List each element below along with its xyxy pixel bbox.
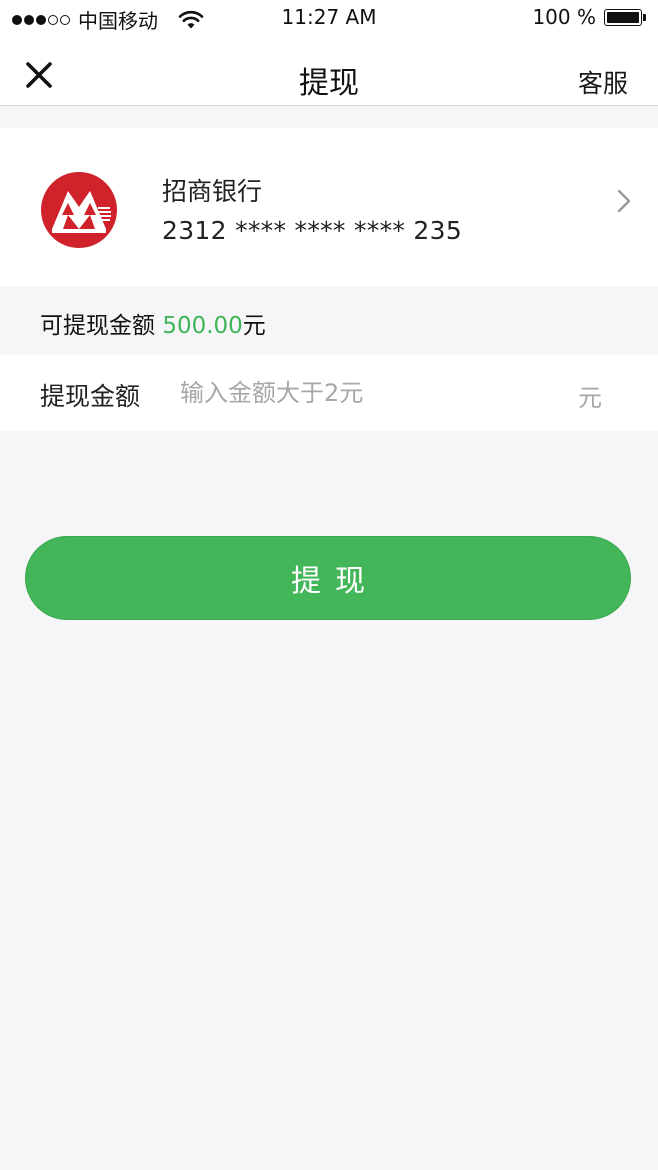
chevron-right-icon	[617, 189, 631, 213]
withdraw-amount-row: 提现金额 元	[0, 355, 658, 431]
withdraw-amount-label: 提现金额	[40, 382, 141, 411]
available-balance-row: 可提现金额 500.00元	[0, 286, 658, 355]
bank-card-number: 2312 **** **** **** 235	[162, 216, 463, 245]
withdraw-amount-input[interactable]	[180, 373, 540, 413]
withdraw-amount-unit: 元	[578, 384, 602, 412]
available-balance-unit: 元	[242, 313, 266, 339]
bank-card-selector[interactable]: 招商银行 2312 **** **** **** 235	[0, 128, 658, 286]
navigation-bar: 提现 客服	[0, 36, 658, 106]
bank-name: 招商银行	[162, 177, 263, 206]
battery-percentage: 100 %	[532, 5, 596, 29]
battery-icon	[604, 7, 646, 27]
withdraw-button[interactable]: 提现	[25, 536, 631, 620]
page-title: 提现	[299, 66, 359, 101]
available-balance-amount: 500.00	[162, 313, 243, 339]
available-balance-text: 可提现金额 500.00元	[40, 306, 266, 340]
status-right: 100 %	[532, 5, 646, 29]
cmb-bank-logo-icon	[41, 172, 117, 248]
customer-service-button[interactable]: 客服	[578, 64, 628, 100]
available-balance-label: 可提现金额	[40, 313, 155, 339]
status-bar: 中国移动 11:27 AM 100 %	[0, 0, 658, 36]
